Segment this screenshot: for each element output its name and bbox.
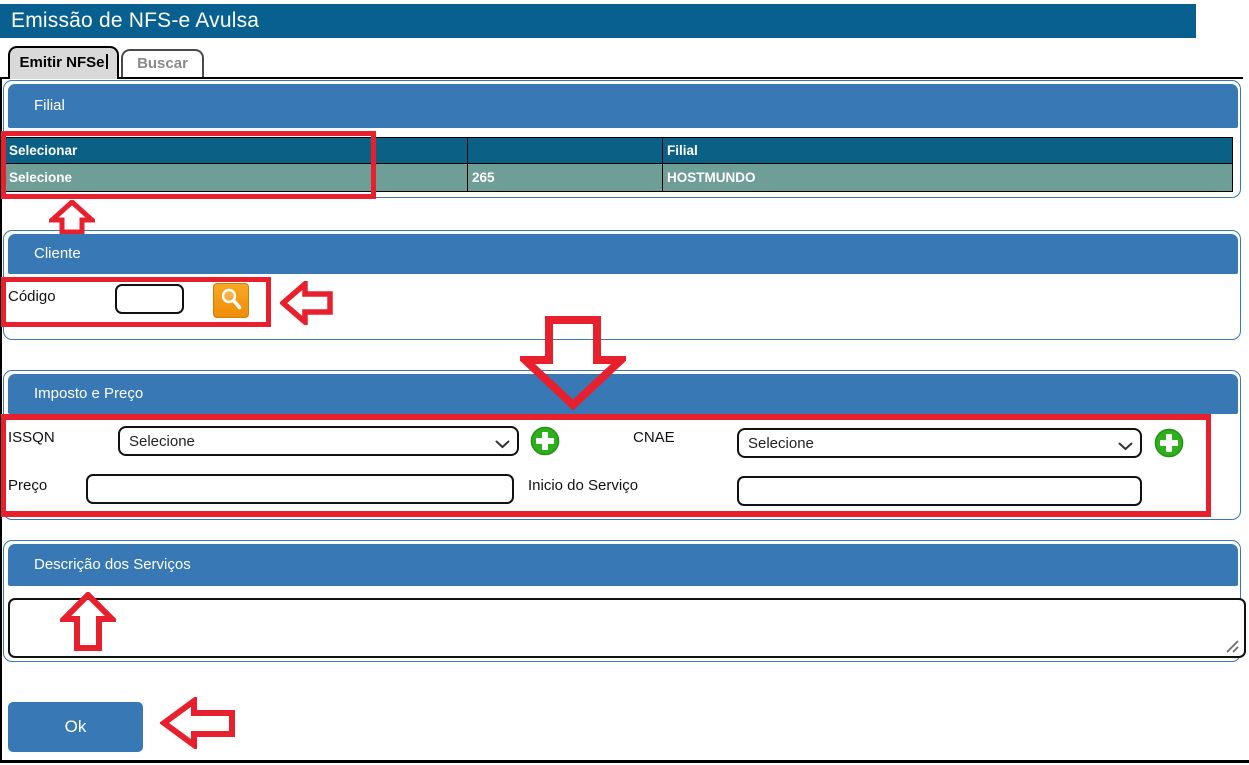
page: Emissão de NFS-e Avulsa Emitir NFSe Busc… bbox=[0, 0, 1249, 765]
descricao-section-header: Descrição dos Serviços bbox=[8, 544, 1238, 586]
filial-code-cell: 265 bbox=[467, 163, 663, 192]
codigo-label: Código bbox=[8, 288, 56, 305]
cnae-select[interactable]: Selecione bbox=[737, 428, 1142, 458]
tab-emitir-nfse[interactable]: Emitir NFSe bbox=[8, 46, 119, 79]
arrow-left-icon bbox=[158, 695, 236, 754]
section-imposto-preco: Imposto e Preço ISSQN Selecione CNAE Sel bbox=[3, 370, 1241, 520]
add-issqn-button[interactable] bbox=[530, 426, 560, 456]
ok-button[interactable]: Ok bbox=[8, 702, 143, 752]
panel-border-top bbox=[0, 77, 1243, 79]
column-header-selecionar: Selecionar bbox=[4, 137, 468, 164]
section-cliente: Cliente Código bbox=[3, 230, 1241, 340]
table-row: Selecione 265 HOSTMUNDO bbox=[4, 163, 1233, 192]
inicio-servico-label: Inicio do Serviço bbox=[528, 477, 639, 494]
cliente-section-header: Cliente bbox=[8, 234, 1238, 274]
descricao-textarea[interactable] bbox=[8, 598, 1246, 658]
filial-table: Selecionar Filial Selecione 265 HOSTMUND… bbox=[4, 137, 1233, 192]
filial-name-cell: HOSTMUNDO bbox=[662, 163, 1233, 192]
text-cursor bbox=[105, 54, 108, 69]
cnae-label: CNAE bbox=[633, 429, 675, 446]
filial-section-header: Filial bbox=[8, 84, 1238, 128]
inicio-servico-input[interactable] bbox=[737, 476, 1142, 506]
magnifier-icon bbox=[219, 288, 243, 314]
search-client-button[interactable] bbox=[213, 283, 249, 318]
preco-label: Preço bbox=[8, 477, 48, 494]
issqn-select-control[interactable]: Selecione bbox=[118, 426, 519, 456]
filial-table-header-row: Selecionar Filial bbox=[4, 137, 1233, 164]
section-filial: Filial Selecionar Filial Selecione 265 H… bbox=[3, 80, 1241, 198]
codigo-input[interactable] bbox=[115, 284, 184, 314]
column-header-code bbox=[467, 137, 663, 164]
cnae-select-control[interactable]: Selecione bbox=[737, 428, 1142, 458]
panel-border-bottom bbox=[0, 760, 1249, 763]
issqn-label: ISSQN bbox=[8, 429, 55, 446]
plus-icon bbox=[1154, 428, 1184, 461]
imposto-section-header: Imposto e Preço bbox=[8, 374, 1238, 414]
issqn-select[interactable]: Selecione bbox=[118, 426, 519, 456]
tab-emitir-label: Emitir NFSe bbox=[19, 54, 105, 71]
tab-buscar-label: Buscar bbox=[137, 55, 188, 72]
column-header-filial: Filial bbox=[662, 137, 1233, 164]
add-cnae-button[interactable] bbox=[1154, 428, 1184, 458]
tab-buscar[interactable]: Buscar bbox=[121, 49, 204, 77]
plus-icon bbox=[530, 426, 560, 459]
page-title: Emissão de NFS-e Avulsa bbox=[0, 4, 1196, 38]
panel-border-left bbox=[0, 77, 2, 762]
select-row-link[interactable]: Selecione bbox=[4, 163, 468, 192]
preco-input[interactable] bbox=[86, 474, 514, 504]
